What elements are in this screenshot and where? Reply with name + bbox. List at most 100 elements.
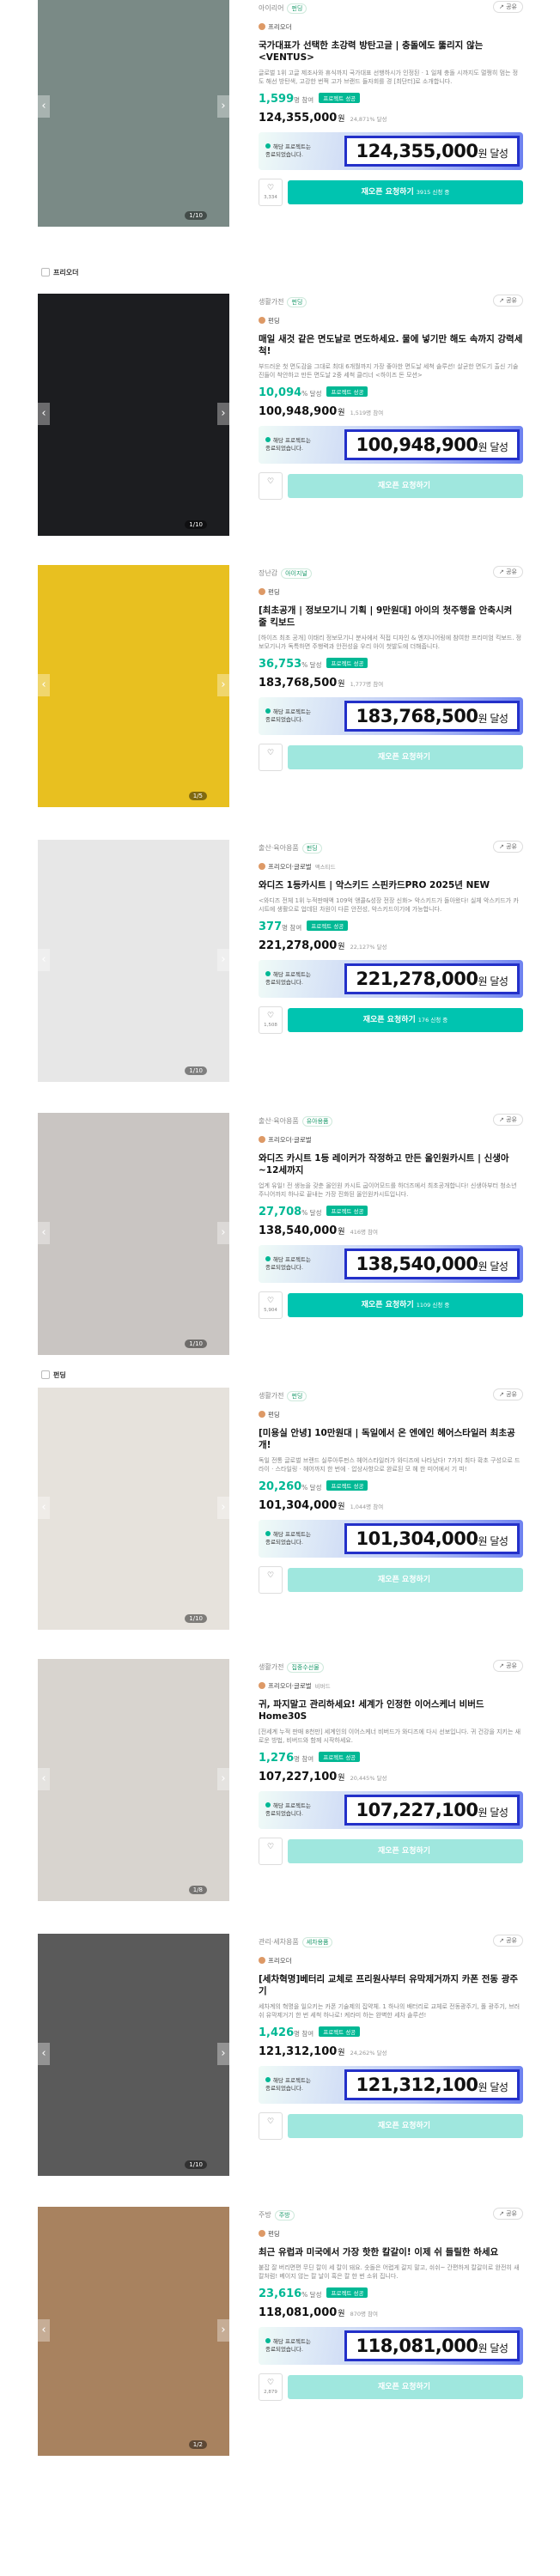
project-title[interactable]: [최초공개 | 정보모기니 기획 | 9만원대] 아이의 첫주행을 안축시켜 줄…	[259, 605, 523, 629]
prev-image-arrow-icon[interactable]: ‹	[38, 2042, 50, 2065]
like-button[interactable]: ♡ 5,904	[259, 1291, 283, 1319]
project-photo[interactable]: ‹ › 1/5	[38, 565, 229, 807]
maker-name[interactable]: 프리오더	[268, 1957, 292, 1965]
ended-note-line1: 해당 프로젝트는	[273, 1256, 311, 1263]
goal-amount: 138,540,000	[356, 1254, 478, 1274]
reopen-request-button[interactable]: 재오픈 요청하기 176 신청 중	[288, 1008, 523, 1032]
reopen-request-button[interactable]: 재오픈 요청하기	[288, 2375, 523, 2399]
maker-name[interactable]: 펀딩	[268, 588, 280, 596]
next-image-arrow-icon[interactable]: ›	[217, 948, 229, 971]
amount-unit: 원	[338, 1228, 345, 1236]
prev-image-arrow-icon[interactable]: ‹	[38, 2318, 50, 2342]
maker-name[interactable]: 프리오더·글로벌	[268, 863, 312, 871]
like-button[interactable]: ♡	[259, 472, 283, 500]
prev-image-arrow-icon[interactable]: ‹	[38, 1221, 50, 1244]
like-button[interactable]: ♡	[259, 1838, 283, 1865]
project-description: <와디즈 전체 1위 누적판매액 109억 앵콜&성장 전장 신화> 악스키드가…	[259, 897, 519, 913]
share-button[interactable]: ↗ 공유	[493, 566, 523, 578]
project-card[interactable]: ‹ › 1/2 주방 주방 ↗ 공유 펀딩 최근 유럽과 미국에서 가장 핫한 칼갈이! 이제…	[38, 2207, 523, 2464]
maker-logo-icon	[259, 1682, 265, 1689]
project-card[interactable]: ‹ › 1/10 생활가전 펀딩 ↗ 공유 펀딩 [미용실 안녕] 10만원대 | 독일에서 …	[38, 1388, 523, 1645]
maker-name[interactable]: 펀딩	[268, 2230, 280, 2238]
share-icon: ↗	[499, 1662, 504, 1669]
project-photo[interactable]: ‹ › 1/10	[38, 0, 229, 227]
project-title[interactable]: 귀, 파지말고 관리하세요! 세계가 인정한 이어스케너 비버드 Home30S	[259, 1698, 523, 1722]
project-photo[interactable]: ‹ › 1/10	[38, 1388, 229, 1630]
project-card[interactable]: ‹ › 1/10 관리·세차용품 세차용품 ↗ 공유 프리오더 [세차혁명]베터리 교체로 프…	[38, 1934, 523, 2191]
ended-dot-icon	[265, 437, 271, 442]
reopen-request-button[interactable]: 재오픈 요청하기 1109 신청 중	[288, 1293, 523, 1317]
project-title[interactable]: 매일 새것 같은 면도날로 면도하세요. 물에 넣기만 해도 속까지 강력세척!	[259, 333, 523, 357]
next-image-arrow-icon[interactable]: ›	[217, 1767, 229, 1790]
maker-logo-icon	[259, 1411, 265, 1418]
prev-image-arrow-icon[interactable]: ‹	[38, 673, 50, 696]
reopen-request-button[interactable]: 재오픈 요청하기	[288, 1839, 523, 1863]
prev-image-arrow-icon[interactable]: ‹	[38, 402, 50, 425]
project-card[interactable]: ‹ › 1/5 장난감 아이지널 ↗ 공유 펀딩 [최초공개 | 정보모기니 기획 | 9만원…	[38, 565, 523, 823]
category-text: 장난감	[259, 569, 278, 577]
reopen-request-button[interactable]: 재오픈 요청하기	[288, 1568, 523, 1592]
project-title[interactable]: 와디즈 카시트 1등 레이커가 작정하고 만든 올인원카시트 | 신생아~12세…	[259, 1152, 523, 1176]
prev-image-arrow-icon[interactable]: ‹	[38, 1767, 50, 1790]
amount-row: 183,768,500원 1,777명 참여	[259, 677, 523, 692]
project-title[interactable]: [세차혁명]베터리 교체로 프리원사부터 유막제거까지 카폰 전동 광주기	[259, 1973, 523, 1997]
amount-value: 107,227,100	[259, 1771, 338, 1783]
maker-name[interactable]: 프리오더·글로벌	[268, 1136, 312, 1144]
project-photo[interactable]: ‹ › 1/10	[38, 294, 229, 536]
share-button[interactable]: ↗ 공유	[493, 2208, 523, 2220]
share-button[interactable]: ↗ 공유	[493, 295, 523, 307]
maker-name[interactable]: 펀딩	[268, 1411, 280, 1419]
next-image-arrow-icon[interactable]: ›	[217, 2318, 229, 2342]
share-button[interactable]: ↗ 공유	[493, 841, 523, 853]
amount-value: 101,304,000	[259, 1499, 338, 1512]
project-title[interactable]: 와디즈 1등카시트 | 악스키드 스핀카드PRO 2025년 NEW	[259, 879, 523, 891]
share-button[interactable]: ↗ 공유	[493, 1388, 523, 1400]
next-image-arrow-icon[interactable]: ›	[217, 95, 229, 118]
goal-amount: 107,227,100	[356, 1800, 478, 1820]
goal-amount-box: 100,948,900원 달성	[344, 429, 520, 460]
project-photo[interactable]: ‹ › 1/2	[38, 2207, 229, 2456]
like-button[interactable]: ♡	[259, 744, 283, 771]
project-photo[interactable]: ‹ › 1/8	[38, 1659, 229, 1901]
project-card[interactable]: ‹ › 1/10 출산·육아용품 유아용품 ↗ 공유 프리오더·글로벌 와디즈 카시트 1등 …	[38, 1113, 523, 1370]
like-button[interactable]: ♡ 3,334	[259, 179, 283, 206]
next-image-arrow-icon[interactable]: ›	[217, 1496, 229, 1519]
project-card[interactable]: ‹ › 1/10 출산·육아용품 펀딩 ↗ 공유 프리오더·글로벌 액스티드 와디즈 1등카시트…	[38, 840, 523, 1097]
project-title[interactable]: [미용실 안녕] 10만원대 | 독일에서 온 엔에인 헤어스타일러 최초공개!	[259, 1427, 523, 1451]
next-image-arrow-icon[interactable]: ›	[217, 673, 229, 696]
project-card[interactable]: ‹ › 1/10 아이리어 펀딩 ↗ 공유 프리오더 국가대표가 선택한 초강력 방탄고글 |…	[38, 0, 523, 258]
reopen-request-button[interactable]: 재오픈 요청하기	[288, 745, 523, 769]
prev-image-arrow-icon[interactable]: ‹	[38, 1496, 50, 1519]
share-button[interactable]: ↗ 공유	[493, 1114, 523, 1126]
project-photo[interactable]: ‹ › 1/10	[38, 1113, 229, 1355]
project-card[interactable]: ‹ › 1/10 생활가전 펀딩 ↗ 공유 펀딩 매일 새것 같은 면도날로 면도하세요. 물…	[38, 294, 523, 551]
project-photo[interactable]: ‹ › 1/10	[38, 840, 229, 1082]
heart-icon: ♡	[266, 1843, 275, 1851]
reopen-request-button[interactable]: 재오픈 요청하기 3915 신청 중	[288, 180, 523, 204]
project-card[interactable]: ‹ › 1/8 생활가전 집중수선물 ↗ 공유 프리오더·글로벌 비버드 귀, 파지말고 관리하…	[38, 1659, 523, 1917]
success-tag: 프로젝트 성공	[326, 386, 368, 397]
like-button[interactable]: ♡	[259, 2112, 283, 2140]
success-tag: 프로젝트 성공	[326, 1206, 368, 1216]
project-title[interactable]: 국가대표가 선택한 초강력 방탄고글 | 충돌에도 뚫리지 않는 <VENTUS…	[259, 39, 523, 64]
share-button[interactable]: ↗ 공유	[493, 1935, 523, 1947]
maker-name[interactable]: 펀딩	[268, 317, 280, 325]
category-row: 출산·육아용품 유아용품 ↗ 공유	[259, 1113, 523, 1130]
reopen-request-button[interactable]: 재오픈 요청하기	[288, 2114, 523, 2138]
next-image-arrow-icon[interactable]: ›	[217, 402, 229, 425]
reopen-request-button[interactable]: 재오픈 요청하기	[288, 474, 523, 498]
next-image-arrow-icon[interactable]: ›	[217, 1221, 229, 1244]
share-button[interactable]: ↗ 공유	[493, 1660, 523, 1672]
prev-image-arrow-icon[interactable]: ‹	[38, 948, 50, 971]
prev-image-arrow-icon[interactable]: ‹	[38, 95, 50, 118]
maker-name[interactable]: 프리오더·글로벌	[268, 1682, 312, 1690]
share-button[interactable]: ↗ 공유	[493, 1, 523, 13]
next-image-arrow-icon[interactable]: ›	[217, 2042, 229, 2065]
maker-name[interactable]: 프리오더	[268, 23, 292, 31]
project-title[interactable]: 최근 유럽과 미국에서 가장 핫한 칼갈이! 이제 쉬 들릴한 하세요	[259, 2246, 523, 2258]
project-photo[interactable]: ‹ › 1/10	[38, 1934, 229, 2176]
metric-unit: % 달성	[301, 661, 322, 669]
like-button[interactable]: ♡ 2,879	[259, 2373, 283, 2401]
like-button[interactable]: ♡ 1,508	[259, 1006, 283, 1034]
like-button[interactable]: ♡	[259, 1566, 283, 1594]
